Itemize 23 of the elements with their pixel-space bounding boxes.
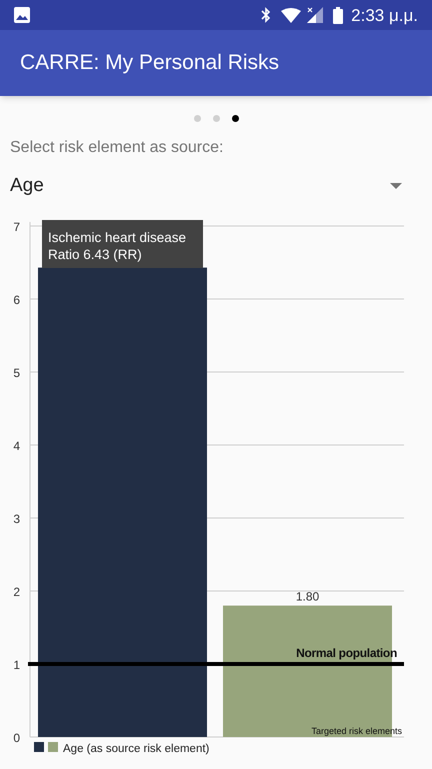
y-tick-label: 3	[13, 512, 20, 526]
y-tick-label: 2	[13, 585, 20, 599]
source-label: Select risk element as source:	[10, 139, 224, 156]
signal-icon	[307, 7, 324, 23]
legend-swatch-icon	[34, 742, 58, 752]
y-tick-label: 6	[13, 293, 20, 307]
status-time: 2:33 μ.μ.	[351, 6, 418, 24]
value-label: 1.80	[296, 590, 320, 604]
y-tick-label: 7	[13, 220, 20, 234]
source-dropdown[interactable]: Age	[10, 170, 422, 202]
dropdown-caret-icon	[390, 183, 402, 189]
wifi-icon	[281, 8, 302, 22]
legend-label: Age (as source risk element)	[63, 743, 210, 755]
tooltip-text: Ischemic heart disease	[48, 230, 186, 245]
tooltip-text: Ratio 6.43 (RR)	[48, 247, 142, 262]
app-title: CARRE: My Personal Risks	[20, 50, 280, 76]
y-tick-label: 5	[13, 366, 20, 380]
y-tick-label: 1	[13, 658, 20, 672]
y-tick-label: 0	[13, 731, 20, 745]
image-icon	[14, 7, 30, 23]
y-tick-label: 4	[13, 439, 20, 453]
battery-icon	[333, 6, 344, 24]
bluetooth-icon	[261, 7, 272, 23]
